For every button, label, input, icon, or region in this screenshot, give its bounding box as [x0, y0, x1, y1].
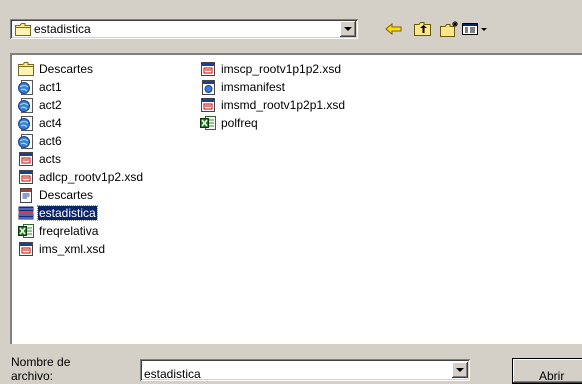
file-item-label: ims_xml.xsd	[39, 242, 106, 256]
back-arrow-icon[interactable]	[383, 20, 405, 38]
file-item-label: act4	[39, 116, 62, 130]
xsd-file-icon	[18, 169, 34, 185]
xsd-file-icon	[18, 151, 34, 167]
file-item-label: freqrelativa	[39, 224, 99, 238]
html-document-icon	[18, 79, 34, 95]
new-folder-icon[interactable]	[438, 20, 460, 38]
open-button-label: Abrir	[539, 369, 565, 383]
xsd-file-icon	[200, 97, 216, 113]
file-item-label: imscp_rootv1p1p2.xsd	[221, 62, 342, 76]
html-document-icon	[18, 115, 34, 131]
views-menu-icon[interactable]	[460, 20, 490, 38]
xml-document-icon	[200, 79, 216, 95]
file-name-dropdown-button[interactable]	[452, 362, 468, 378]
file-item-label: Descartes	[39, 62, 94, 76]
file-item-label: imsmanifest	[221, 80, 286, 94]
file-item-label: polfreq	[221, 116, 258, 130]
look-in-combo[interactable]: estadistica	[10, 19, 358, 39]
html-document-icon	[18, 97, 34, 113]
file-item-label: Descartes	[39, 188, 94, 202]
xsd-file-icon	[200, 61, 216, 77]
folder-icon	[18, 61, 34, 77]
excel-file-icon	[200, 115, 216, 131]
file-name-combo[interactable]: estadistica	[140, 359, 470, 381]
open-button[interactable]: Abrir	[512, 358, 582, 384]
look-in-value: estadistica	[34, 22, 91, 36]
text-document-icon	[18, 187, 34, 203]
file-list[interactable]: Descartes act1 act2 act4 act6 acts adlcp_rootv…	[10, 53, 582, 344]
file-item-label: estadistica	[37, 205, 98, 221]
file-item-label: act1	[39, 80, 62, 94]
xsd-file-icon	[18, 241, 34, 257]
data-file-icon	[18, 205, 34, 221]
file-name-label-line2: archivo:	[11, 369, 54, 383]
folder-icon	[15, 23, 31, 39]
up-folder-icon[interactable]	[412, 20, 434, 38]
excel-file-icon	[18, 223, 34, 239]
file-item-label: imsmd_rootv1p2p1.xsd	[221, 98, 346, 112]
file-item-label: act2	[39, 98, 62, 112]
file-item-label: adlcp_rootv1p2.xsd	[39, 170, 144, 184]
file-item-label: act6	[39, 134, 62, 148]
file-item-label: acts	[39, 152, 62, 166]
look-in-dropdown-button[interactable]	[340, 21, 356, 37]
html-document-icon	[18, 133, 34, 149]
file-name-label-line1: Nombre de	[11, 355, 71, 369]
